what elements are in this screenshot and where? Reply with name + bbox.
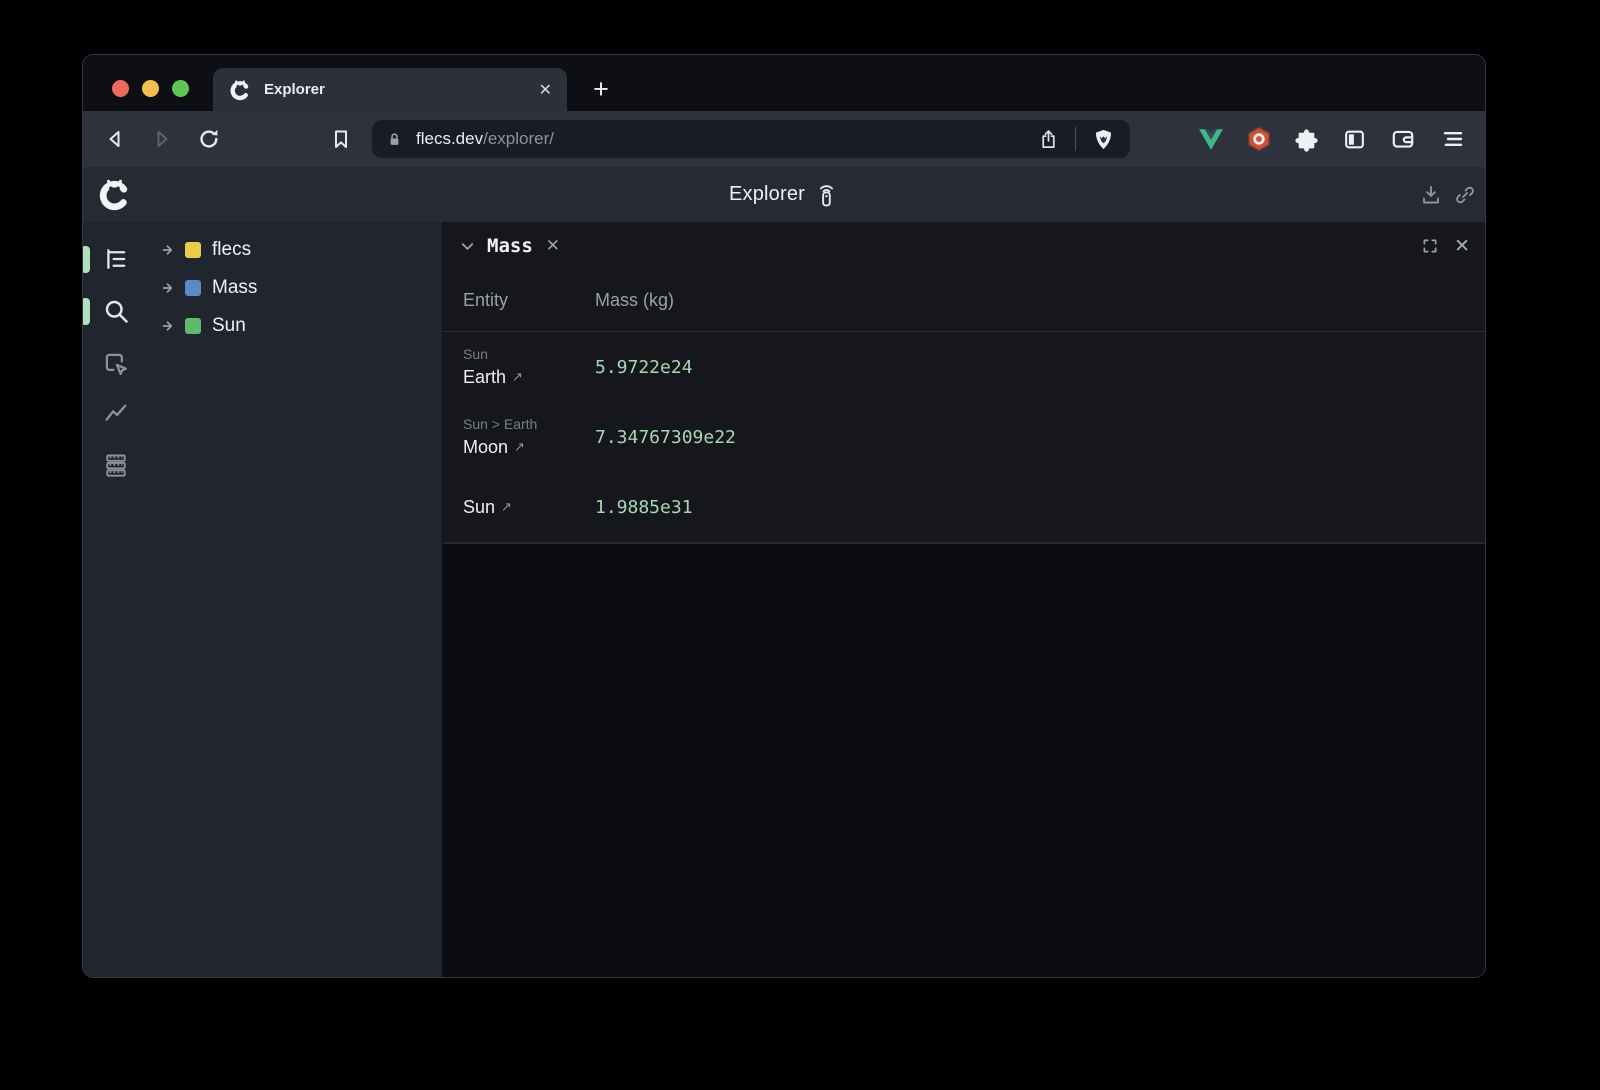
flecs-favicon-icon <box>228 78 252 102</box>
address-bar[interactable]: flecs.dev/explorer/ <box>372 120 1130 158</box>
entity-tree: flecs Mass Sun <box>148 222 443 977</box>
browser-toolbar: flecs.dev/explorer/ <box>83 111 1485 167</box>
column-header-entity: Entity <box>463 290 595 311</box>
hexagon-extension-icon[interactable] <box>1246 126 1272 152</box>
vue-devtools-extension-icon[interactable] <box>1198 126 1224 152</box>
mass-value: 1.9885e31 <box>595 497 1485 518</box>
external-link-icon[interactable]: ↗ <box>501 494 512 520</box>
entity-color-square <box>185 318 201 334</box>
browser-window: Explorer ✕ + fle <box>83 55 1485 977</box>
chevron-down-icon[interactable] <box>458 237 477 256</box>
query-panel-header: Mass ✕ ✕ <box>443 222 1485 270</box>
query-tab-label[interactable]: Mass <box>487 235 533 257</box>
zoom-window-button[interactable] <box>172 80 189 97</box>
table-row: Sun ↗ 1.9885e31 <box>443 472 1485 542</box>
entity-link[interactable]: Earth <box>463 364 506 390</box>
table-header: Entity Mass (kg) <box>443 270 1485 332</box>
fullscreen-icon[interactable] <box>1421 237 1439 255</box>
url-path: /explorer/ <box>483 129 554 149</box>
tree-item-label: Sun <box>212 315 246 337</box>
traffic-lights <box>112 80 189 97</box>
external-link-icon[interactable]: ↗ <box>512 364 523 390</box>
tree-item-flecs[interactable]: flecs <box>148 231 442 269</box>
url-host: flecs.dev <box>416 129 483 149</box>
browser-tab[interactable]: Explorer ✕ <box>213 68 567 111</box>
empty-panel-area <box>443 542 1485 977</box>
external-link-icon[interactable]: ↗ <box>514 434 525 460</box>
inspect-panel-icon[interactable] <box>102 350 130 378</box>
minimize-window-button[interactable] <box>142 80 159 97</box>
tree-item-label: flecs <box>212 239 251 261</box>
page-title: Explorer <box>729 183 805 206</box>
tree-item-label: Mass <box>212 277 257 299</box>
tab-strip: Explorer ✕ + <box>83 55 1485 111</box>
entity-link[interactable]: Sun <box>463 494 495 520</box>
back-icon[interactable] <box>102 126 128 152</box>
new-tab-button[interactable]: + <box>583 71 619 107</box>
expand-arrow-icon[interactable] <box>160 317 178 335</box>
menu-hamburger-icon[interactable] <box>1440 126 1466 152</box>
entity-color-square <box>185 280 201 296</box>
reload-icon[interactable] <box>196 126 222 152</box>
share-icon[interactable] <box>1037 128 1060 151</box>
entity-link[interactable]: Moon <box>463 434 508 460</box>
search-icon[interactable] <box>102 297 130 325</box>
tab-close-icon[interactable]: ✕ <box>539 80 552 100</box>
forward-icon[interactable] <box>149 126 175 152</box>
lock-icon <box>386 131 403 148</box>
tab-title: Explorer <box>264 81 325 98</box>
wallet-icon[interactable] <box>1390 126 1416 152</box>
mass-value: 5.9722e24 <box>595 357 1485 378</box>
link-icon[interactable] <box>1453 183 1477 207</box>
divider <box>1075 127 1076 151</box>
close-window-button[interactable] <box>112 80 129 97</box>
tree-item-sun[interactable]: Sun <box>148 307 442 345</box>
expand-arrow-icon[interactable] <box>160 241 178 259</box>
table-row: Sun > Earth Moon ↗ 7.34767309e22 <box>443 402 1485 472</box>
active-panel-indicator <box>83 298 90 325</box>
app-content: flecs Mass Sun <box>83 222 1485 977</box>
remote-connection-icon[interactable] <box>814 181 839 208</box>
bookmark-icon[interactable] <box>328 126 354 152</box>
panel-close-icon[interactable]: ✕ <box>1454 235 1470 258</box>
active-panel-indicator <box>83 246 90 273</box>
tree-panel-icon[interactable] <box>102 245 130 273</box>
explorer-header: Explorer <box>83 167 1485 222</box>
download-icon[interactable] <box>1419 183 1443 207</box>
entity-parent-path: Sun <box>463 344 595 364</box>
entity-color-square <box>185 242 201 258</box>
extensions-puzzle-icon[interactable] <box>1293 126 1319 152</box>
expand-arrow-icon[interactable] <box>160 279 178 297</box>
stats-chart-icon[interactable] <box>102 398 130 426</box>
entity-parent-path: Sun > Earth <box>463 414 595 434</box>
query-panel: Mass ✕ ✕ Entity Mass (kg) Sun <box>443 222 1485 977</box>
sidebar-toggle-icon[interactable] <box>1341 126 1367 152</box>
query-close-icon[interactable]: ✕ <box>546 236 560 256</box>
brave-shield-icon[interactable] <box>1091 127 1116 152</box>
table-row: Sun Earth ↗ 5.9722e24 <box>443 332 1485 402</box>
query-result-table: Entity Mass (kg) Sun Earth ↗ 5.9722e24 <box>443 270 1485 542</box>
mass-value: 7.34767309e22 <box>595 427 1485 448</box>
flecs-logo-icon[interactable] <box>96 176 133 213</box>
memory-stack-icon[interactable] <box>102 451 130 479</box>
icon-sidebar <box>83 222 148 977</box>
tree-item-mass[interactable]: Mass <box>148 269 442 307</box>
column-header-mass: Mass (kg) <box>595 290 1485 311</box>
